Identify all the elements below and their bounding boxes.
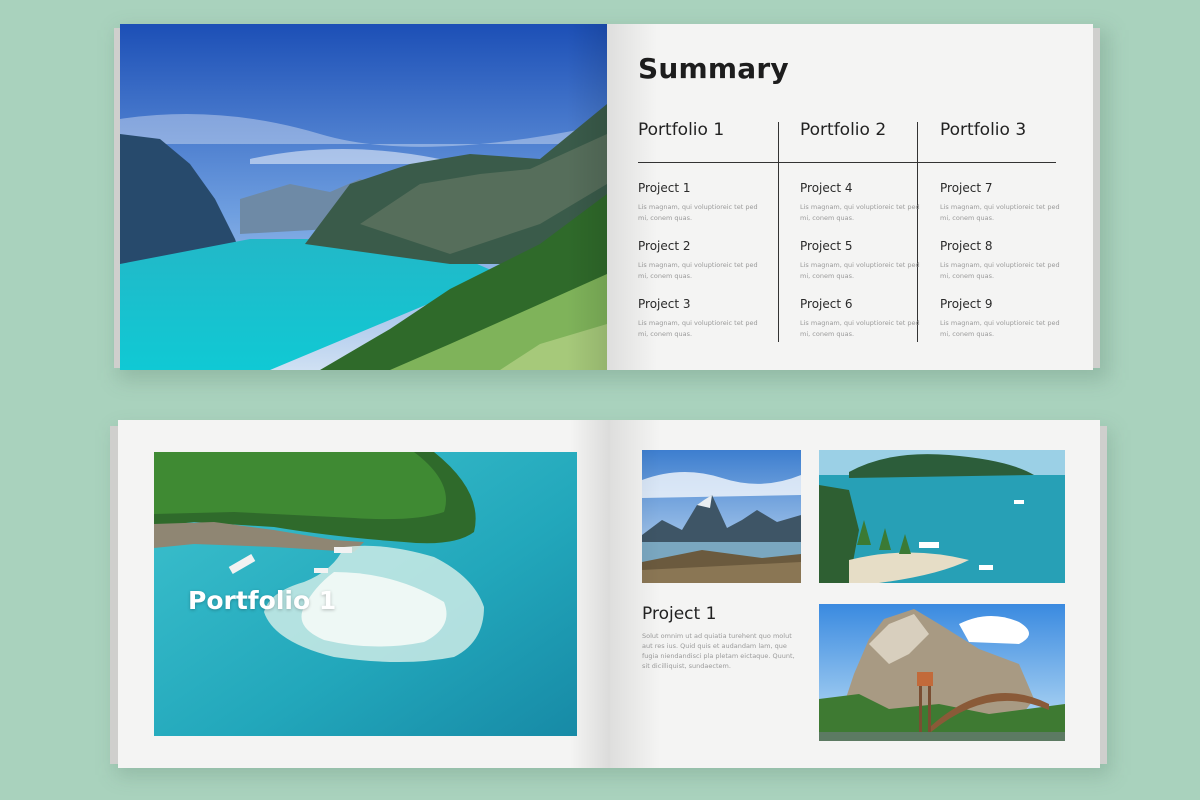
- project-5-description: Lis magnam, qui voluptioreic tet ped mi,…: [800, 261, 920, 280]
- project-6-title: Project 6: [800, 297, 853, 311]
- rock-cliff-bridge-photo: [819, 604, 1065, 741]
- project-4-title: Project 4: [800, 181, 853, 195]
- project-6-description: Lis magnam, qui voluptioreic tet ped mi,…: [800, 319, 920, 338]
- top-spread-page-edges: [1092, 28, 1100, 368]
- background: { "summary": { "title": "Summary", "colu…: [0, 0, 1200, 800]
- fjord-landscape-photo: [120, 24, 607, 370]
- island-bay-photo: [819, 450, 1065, 583]
- top-left-page: [120, 24, 608, 370]
- project-9-title: Project 9: [940, 297, 993, 311]
- project-7-title: Project 7: [940, 181, 993, 195]
- mountain-lake-photo: [642, 450, 801, 583]
- project-8-description: Lis magnam, qui voluptioreic tet ped mi,…: [940, 261, 1060, 280]
- portfolio-2-heading: Portfolio 2: [800, 120, 887, 140]
- summary-column-divider-2: [917, 122, 918, 342]
- project-7-description: Lis magnam, qui voluptioreic tet ped mi,…: [940, 203, 1060, 222]
- portfolio-1-overlay-title: Portfolio 1: [188, 586, 337, 615]
- project-9-description: Lis magnam, qui voluptioreic tet ped mi,…: [940, 319, 1060, 338]
- project-8-title: Project 8: [940, 239, 993, 253]
- project-1-body-text: Solut omnim ut ad quiatia turehent quo m…: [642, 632, 795, 670]
- summary-title: Summary: [638, 52, 789, 85]
- summary-column-divider-1: [778, 122, 779, 342]
- project-4-description: Lis magnam, qui voluptioreic tet ped mi,…: [800, 203, 920, 222]
- project-5-title: Project 5: [800, 239, 853, 253]
- portfolio-3-heading: Portfolio 3: [940, 120, 1027, 140]
- summary-horizontal-rule: [638, 162, 1056, 163]
